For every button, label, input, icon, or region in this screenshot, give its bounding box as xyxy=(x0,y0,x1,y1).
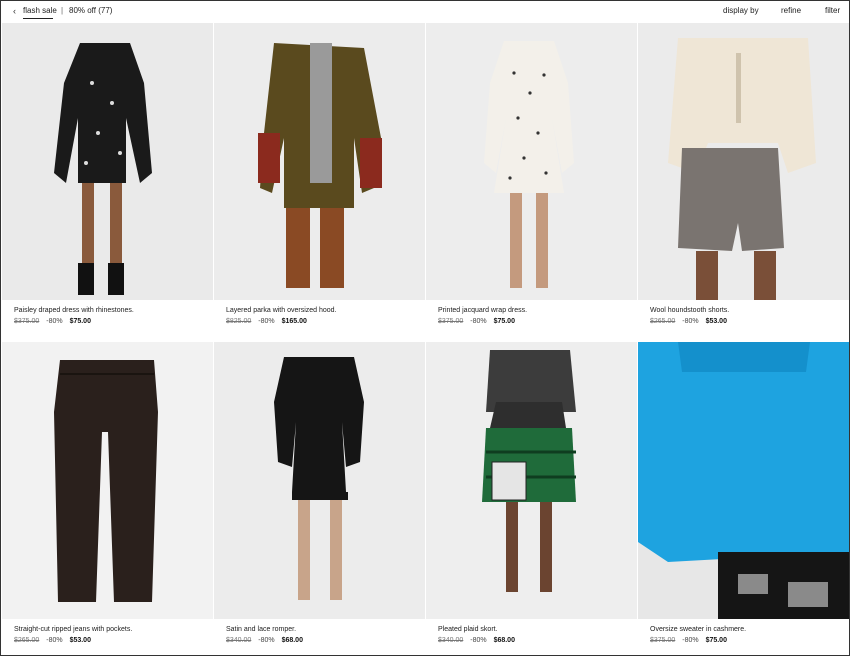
product-prices: $375.00 -80% $75.00 xyxy=(14,318,91,325)
product-prices: $825.00 -80% $165.00 xyxy=(226,318,307,325)
product-image[interactable] xyxy=(2,23,213,300)
sale-price: $53.00 xyxy=(69,637,91,644)
page: ‹ flash sale | 80% off (77) display by r… xyxy=(0,0,850,656)
product-image[interactable] xyxy=(426,342,637,619)
old-price: $265.00 xyxy=(14,637,40,644)
product-image[interactable] xyxy=(214,342,425,619)
chevron-left-icon[interactable]: ‹ xyxy=(13,6,16,16)
product-name[interactable]: Paisley draped dress with rhinestones. xyxy=(14,307,134,314)
old-price: $340.00 xyxy=(438,637,464,644)
product-name[interactable]: Layered parka with oversized hood. xyxy=(226,307,337,314)
sale-price: $75.00 xyxy=(493,318,515,325)
product-image[interactable] xyxy=(214,23,425,300)
discount-badge: -80% xyxy=(258,318,275,325)
product-image[interactable] xyxy=(638,342,849,619)
product-name[interactable]: Satin and lace romper. xyxy=(226,626,296,633)
sale-price: $75.00 xyxy=(705,637,727,644)
product-card[interactable]: Straight-cut ripped jeans with pockets. … xyxy=(2,342,213,655)
discount-badge: -80% xyxy=(470,318,487,325)
sale-price: $68.00 xyxy=(493,637,515,644)
filter-button[interactable]: filter xyxy=(825,6,840,15)
product-name[interactable]: Straight-cut ripped jeans with pockets. xyxy=(14,626,132,633)
old-price: $375.00 xyxy=(14,318,40,325)
product-card[interactable]: Satin and lace romper. $340.00 -80% $68.… xyxy=(214,342,425,655)
display-by-button[interactable]: display by xyxy=(723,6,759,15)
top-bar: ‹ flash sale | 80% off (77) display by r… xyxy=(1,1,849,23)
product-prices: $265.00 -80% $53.00 xyxy=(650,318,727,325)
discount-badge: -80% xyxy=(470,637,487,644)
product-prices: $340.00 -80% $68.00 xyxy=(438,637,515,644)
product-name[interactable]: Printed jacquard wrap dress. xyxy=(438,307,527,314)
product-name[interactable]: Wool houndstooth shorts. xyxy=(650,307,729,314)
old-price: $265.00 xyxy=(650,318,676,325)
discount-badge: -80% xyxy=(46,637,63,644)
sale-price: $53.00 xyxy=(705,318,727,325)
product-prices: $340.00 -80% $68.00 xyxy=(226,637,303,644)
product-card[interactable]: Layered parka with oversized hood. $825.… xyxy=(214,23,425,329)
discount-badge: -80% xyxy=(46,318,63,325)
old-price: $340.00 xyxy=(226,637,252,644)
product-card[interactable]: Pleated plaid skort. $340.00 -80% $68.00 xyxy=(426,342,637,655)
sale-price: $165.00 xyxy=(281,318,307,325)
product-name[interactable]: Oversize sweater in cashmere. xyxy=(650,626,746,633)
product-card[interactable]: Wool houndstooth shorts. $265.00 -80% $5… xyxy=(638,23,849,329)
sale-price: $68.00 xyxy=(281,637,303,644)
discount-badge: -80% xyxy=(258,637,275,644)
product-image[interactable] xyxy=(2,342,213,619)
product-image[interactable] xyxy=(426,23,637,300)
product-name[interactable]: Pleated plaid skort. xyxy=(438,626,498,633)
breadcrumb-flash-sale[interactable]: flash sale xyxy=(23,6,57,15)
product-card[interactable]: Oversize sweater in cashmere. $375.00 -8… xyxy=(638,342,849,655)
active-underline xyxy=(23,18,53,19)
result-count: 80% off (77) xyxy=(69,6,113,15)
product-prices: $375.00 -80% $75.00 xyxy=(650,637,727,644)
product-card[interactable]: Printed jacquard wrap dress. $375.00 -80… xyxy=(426,23,637,329)
product-card[interactable]: Paisley draped dress with rhinestones. $… xyxy=(2,23,213,329)
discount-badge: -80% xyxy=(682,318,699,325)
refine-button[interactable]: refine xyxy=(781,6,801,15)
separator: | xyxy=(61,6,64,15)
old-price: $825.00 xyxy=(226,318,252,325)
product-image[interactable] xyxy=(638,23,849,300)
product-prices: $375.00 -80% $75.00 xyxy=(438,318,515,325)
discount-badge: -80% xyxy=(682,637,699,644)
old-price: $375.00 xyxy=(650,637,676,644)
old-price: $375.00 xyxy=(438,318,464,325)
product-prices: $265.00 -80% $53.00 xyxy=(14,637,91,644)
sale-price: $75.00 xyxy=(69,318,91,325)
